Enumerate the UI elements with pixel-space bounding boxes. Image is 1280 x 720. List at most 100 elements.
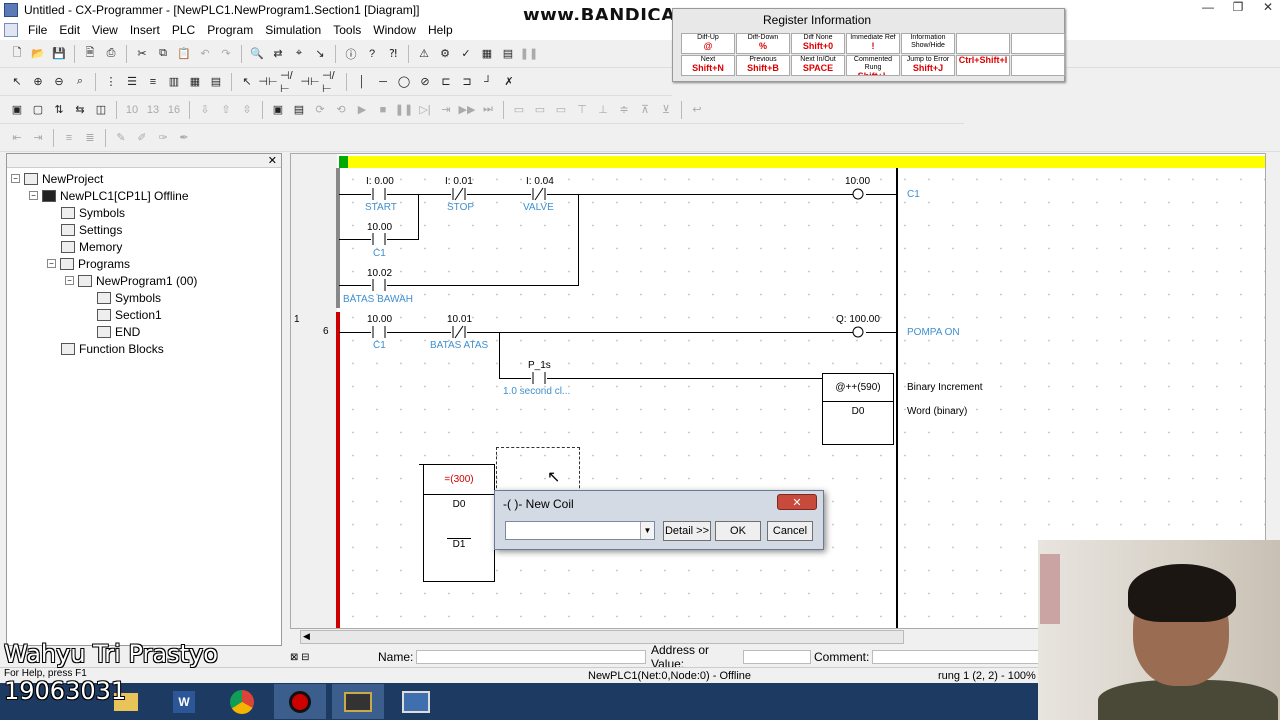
line-connect-icon[interactable]: ┘	[479, 73, 497, 91]
coil-address-combobox[interactable]: ▼	[505, 521, 655, 540]
shortcut-jump-error[interactable]: Jump to Error Shift+J	[901, 55, 955, 76]
download-icon[interactable]: ⇩	[196, 101, 214, 119]
compare-icon[interactable]: ⇆	[71, 101, 89, 119]
save-icon[interactable]: 💾	[50, 45, 68, 63]
print-icon[interactable]: ⎙	[102, 45, 120, 63]
help-icon[interactable]: ?	[363, 45, 381, 63]
paste-icon[interactable]: 📋	[175, 45, 193, 63]
tree-item-end[interactable]: END	[97, 323, 140, 340]
collapse-icon[interactable]: −	[47, 259, 56, 268]
tree-item-settings[interactable]: Settings	[61, 221, 122, 238]
ok-button[interactable]: OK	[715, 521, 761, 541]
align-icon[interactable]: ≡	[60, 129, 78, 147]
zoom-in-icon[interactable]: ⊕	[29, 73, 47, 91]
menu-file[interactable]: File	[22, 23, 53, 37]
show-comments-icon[interactable]: ☰	[123, 73, 141, 91]
program-check-icon[interactable]: ✓	[457, 45, 475, 63]
tree-item-section1[interactable]: Section1	[97, 306, 162, 323]
tree-item-plc[interactable]: − NewPLC1[CP1L] Offline	[29, 187, 189, 204]
shortcut-ctrl-shift-i[interactable]: Ctrl+Shift+I	[956, 55, 1010, 76]
grid-icon[interactable]: ⋮	[102, 73, 120, 91]
cut-icon[interactable]: ✂	[133, 45, 151, 63]
cancel-button[interactable]: Cancel	[767, 521, 813, 541]
select-icon[interactable]: ↖	[8, 73, 26, 91]
monitor-icon[interactable]: ▥	[165, 73, 183, 91]
tree-item-programs[interactable]: − Programs	[47, 255, 130, 272]
tool-b-icon[interactable]: ✐	[133, 129, 151, 147]
run-icon[interactable]: ▶	[353, 101, 371, 119]
step-out-icon[interactable]: ▶▶	[458, 101, 476, 119]
warning-icon[interactable]: ⚠	[415, 45, 433, 63]
cx-programmer-taskbar-icon[interactable]	[332, 684, 384, 719]
scale-10-icon[interactable]: 10	[123, 101, 141, 119]
shortcut-next-inout[interactable]: Next In/Out SPACE	[791, 55, 845, 76]
menu-program[interactable]: Program	[201, 23, 259, 37]
new-file-icon[interactable]: 🗋	[8, 45, 26, 63]
indent-icon[interactable]: ⇤	[8, 129, 26, 147]
vertical-line-icon[interactable]: │	[353, 73, 371, 91]
pause-icon[interactable]: ❚❚	[520, 45, 538, 63]
name-field[interactable]	[416, 650, 646, 664]
work-online-icon[interactable]: ▣	[8, 101, 26, 119]
tree-item-symbols[interactable]: Symbols	[61, 204, 125, 221]
tool-c-icon[interactable]: ✑	[154, 129, 172, 147]
menu-tools[interactable]: Tools	[327, 23, 367, 37]
replace-icon[interactable]: ⇄	[269, 45, 287, 63]
instruction-select-icon[interactable]: ↖	[238, 73, 256, 91]
tree-item-newproject[interactable]: − NewProject	[11, 170, 103, 187]
reset-icon[interactable]: ⊥	[594, 101, 612, 119]
tree-item-memory[interactable]: Memory	[61, 238, 122, 255]
properties-icon[interactable]: ⓘ	[342, 45, 360, 63]
zoom-out-icon[interactable]: ⊖	[50, 73, 68, 91]
close-icon[interactable]: ✕	[268, 154, 277, 167]
shortcut-diff-none[interactable]: Diff None Shift+0	[791, 33, 845, 54]
io-table-icon[interactable]: ▤	[499, 45, 517, 63]
shortcut-information[interactable]: Information Show/Hide	[901, 33, 955, 54]
menu-plc[interactable]: PLC	[166, 23, 201, 37]
cx-designer-taskbar-icon[interactable]	[390, 684, 442, 719]
plc-settings-icon[interactable]: ▦	[478, 45, 496, 63]
shortcut-previous[interactable]: Previous Shift+B	[736, 55, 790, 76]
minimize-button[interactable]: —	[1200, 0, 1216, 14]
tree-item-newprogram1[interactable]: − NewProgram1 (00)	[65, 272, 197, 289]
force-off-icon[interactable]: ▭	[552, 101, 570, 119]
zoom-fit-icon[interactable]: ⌕	[71, 73, 89, 91]
find-icon[interactable]: 🔍	[248, 45, 266, 63]
undo-icon[interactable]: ↶	[196, 45, 214, 63]
coil-nc-icon[interactable]: ⊘	[416, 73, 434, 91]
symbol-table-icon[interactable]: ▦	[186, 73, 204, 91]
collapse-icon[interactable]: −	[29, 191, 38, 200]
open-file-icon[interactable]: 📂	[29, 45, 47, 63]
close-button[interactable]: ✕	[1260, 0, 1276, 14]
context-help-icon[interactable]: ⁈	[384, 45, 402, 63]
step-in-icon[interactable]: ⇥	[437, 101, 455, 119]
tool-d-icon[interactable]: ✒	[175, 129, 193, 147]
differential-icon[interactable]: ⊼	[636, 101, 654, 119]
sim-settings-icon[interactable]: ▤	[290, 101, 308, 119]
redo-icon[interactable]: ↷	[217, 45, 235, 63]
chrome-taskbar-icon[interactable]	[216, 684, 268, 719]
collapse-icon[interactable]: −	[65, 276, 74, 285]
mnemonic-icon[interactable]: ▤	[207, 73, 225, 91]
return-icon[interactable]: ↩	[688, 101, 706, 119]
scroll-left-icon[interactable]: ◀	[303, 631, 310, 642]
or-contact-no-icon[interactable]: ⊣⊢	[300, 73, 319, 91]
step-icon[interactable]: ▷|	[416, 101, 434, 119]
or-contact-nc-icon[interactable]: ⊣/⊢	[322, 70, 340, 95]
menu-edit[interactable]: Edit	[53, 23, 86, 37]
step-run-icon[interactable]: ⟳	[311, 101, 329, 119]
cancel-forced-icon[interactable]: ⊻	[657, 101, 675, 119]
continuous-step-icon[interactable]: ⟲	[332, 101, 350, 119]
chevron-down-icon[interactable]: ▼	[640, 522, 654, 539]
simulation-icon[interactable]: ▣	[269, 101, 287, 119]
horizontal-line-icon[interactable]: ─	[374, 73, 392, 91]
transfer-icon[interactable]: ⇅	[50, 101, 68, 119]
scale-13-icon[interactable]: 13	[144, 101, 162, 119]
scan-icon[interactable]: ⏭	[479, 101, 497, 119]
go-to-icon[interactable]: ↘	[311, 45, 329, 63]
outdent-icon[interactable]: ⇥	[29, 129, 47, 147]
force-on-icon[interactable]: ▭	[531, 101, 549, 119]
copy-icon[interactable]: ⧉	[154, 45, 172, 63]
maximize-button[interactable]: ❐	[1230, 0, 1246, 14]
menu-simulation[interactable]: Simulation	[259, 23, 327, 37]
